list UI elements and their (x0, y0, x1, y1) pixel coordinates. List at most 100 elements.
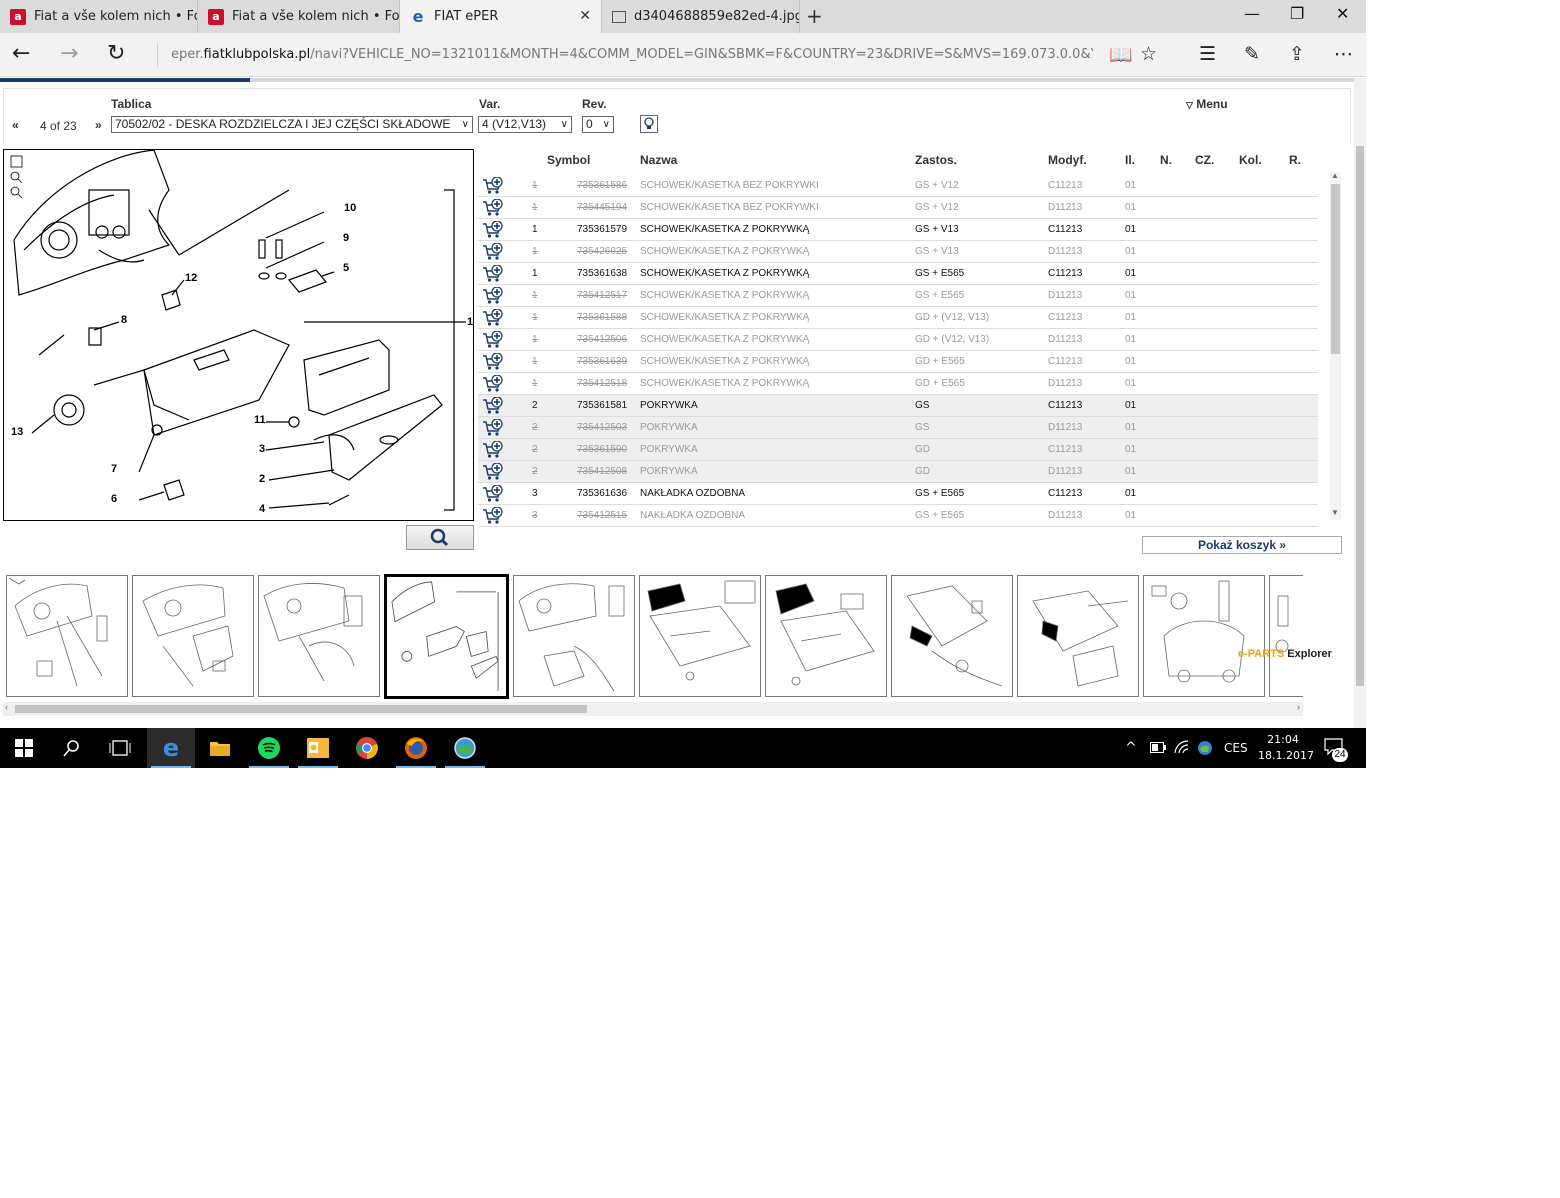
magnify-button[interactable] (406, 525, 474, 550)
address-bar[interactable]: eper.fiatklubpolska.pl/navi?VEHICLE_NO=1… (157, 43, 1093, 67)
search-button[interactable] (48, 728, 96, 768)
add-to-cart-icon[interactable] (482, 243, 504, 261)
show-cart-button[interactable]: Pokaż koszyk » (1142, 536, 1342, 554)
close-tab-icon[interactable]: ✕ (579, 8, 591, 24)
diagram-thumbnail[interactable] (1269, 575, 1303, 697)
table-row[interactable]: 1 735412506 SCHOWEK/KASETKA Z POKRYWKĄ GD +… (478, 329, 1318, 351)
variant-select[interactable]: 4 (V12,V13) ∨ (478, 116, 572, 133)
add-to-cart-icon[interactable] (482, 287, 504, 305)
table-row[interactable]: 1 735361639 SCHOWEK/KASETKA Z POKRYWKĄ GD +… (478, 351, 1318, 373)
table-select[interactable]: 70502/02 - DESKA ROZDZIELCZA I JEJ CZĘŚC… (111, 116, 473, 133)
lightbulb-info-icon[interactable] (640, 115, 658, 133)
hub-icon[interactable]: ☰ (1199, 43, 1216, 65)
add-to-cart-icon[interactable] (482, 485, 504, 503)
diagram-thumbnail[interactable] (513, 575, 635, 697)
close-window-icon[interactable]: ✕ (1336, 4, 1349, 23)
battery-icon[interactable] (1150, 742, 1166, 753)
table-row[interactable]: 3 735412515 NAKŁADKA OZDOBNA GS + E565 D1121… (478, 505, 1318, 527)
taskbar-firefox[interactable] (392, 728, 440, 768)
minimize-icon[interactable]: — (1244, 4, 1260, 23)
share-icon[interactable]: ⇪ (1289, 43, 1305, 65)
add-to-cart-icon[interactable] (482, 331, 504, 349)
taskbar-file-explorer[interactable] (196, 728, 244, 768)
tab-image-file[interactable]: d3404688859e82ed-4.jpg (602, 0, 800, 33)
refresh-icon[interactable]: ↻ (107, 41, 125, 66)
add-to-cart-icon[interactable] (482, 353, 504, 371)
diagram-thumbnail[interactable] (1143, 575, 1265, 697)
table-row[interactable]: 2 735361581 POKRYWKA GS C11213 01 (478, 395, 1318, 417)
table-row[interactable]: 3 735361636 NAKŁADKA OZDOBNA GS + E565 C1121… (478, 483, 1318, 505)
menu-button[interactable]: ▽ Menu (1186, 97, 1228, 111)
table-row[interactable]: 1 735361638 SCHOWEK/KASETKA Z POKRYWKĄ GS +… (478, 263, 1318, 285)
cell-quantity: 01 (1125, 510, 1137, 521)
back-arrow-icon[interactable]: ← (12, 41, 30, 66)
add-to-cart-icon[interactable] (482, 463, 504, 481)
taskbar-outlook[interactable] (294, 728, 342, 768)
more-icon[interactable]: ⋯ (1334, 43, 1353, 65)
cell-name: POKRYWKA (640, 400, 698, 411)
table-row[interactable]: 1 735426025 SCHOWEK/KASETKA Z POKRYWKĄ GS +… (478, 241, 1318, 263)
tab-fiat-forum-1[interactable]: a Fiat a vše kolem nich • Foru (0, 0, 198, 33)
thumbnail-scrollbar[interactable]: ‹ › (3, 702, 1303, 716)
add-to-cart-icon[interactable] (482, 309, 504, 327)
table-row[interactable]: 1 735412518 SCHOWEK/KASETKA Z POKRYWKĄ GD +… (478, 373, 1318, 395)
diagram-thumbnail-selected[interactable] (384, 574, 509, 699)
add-to-cart-icon[interactable] (482, 397, 504, 415)
diagram-thumbnail[interactable] (639, 575, 761, 697)
add-to-cart-icon[interactable] (482, 507, 504, 525)
next-page-icon[interactable]: » (95, 118, 102, 132)
diagram-thumbnail[interactable] (258, 575, 380, 697)
diagram-thumbnail[interactable] (891, 575, 1013, 697)
start-button[interactable] (0, 728, 48, 768)
restore-icon[interactable]: ❐ (1290, 4, 1304, 23)
previous-page-icon[interactable]: « (12, 118, 19, 132)
cell-name: SCHOWEK/KASETKA Z POKRYWKĄ (640, 312, 810, 323)
scroll-left-icon[interactable]: ‹ (5, 702, 8, 712)
diagram-thumbnail[interactable] (132, 575, 254, 697)
add-to-cart-icon[interactable] (482, 419, 504, 437)
network-globe-icon[interactable] (1197, 740, 1213, 756)
scroll-down-icon[interactable]: ▼ (1331, 508, 1339, 517)
add-to-cart-icon[interactable] (482, 177, 504, 195)
page-scrollbar[interactable] (1354, 78, 1366, 728)
web-note-icon[interactable]: ✎ (1244, 43, 1260, 65)
table-row[interactable]: 1 735361579 SCHOWEK/KASETKA Z POKRYWKĄ GS +… (478, 219, 1318, 241)
diagram-thumbnail[interactable] (6, 575, 128, 697)
exploded-parts-diagram[interactable]: 10 9 5 12 8 1 13 11 3 7 2 6 4 (3, 149, 474, 521)
add-to-cart-icon[interactable] (482, 221, 504, 239)
revision-select[interactable]: 0 ∨ (582, 116, 614, 133)
table-row[interactable]: 1 735361586 SCHOWEK/KASETKA BEZ POKRYWKI GS… (478, 175, 1318, 197)
add-to-cart-icon[interactable] (482, 199, 504, 217)
tray-overflow-icon[interactable]: ^ (1125, 728, 1137, 768)
table-row[interactable]: 2 735412503 POKRYWKA GS D11213 01 (478, 417, 1318, 439)
reading-view-icon[interactable]: 📖 (1109, 43, 1133, 66)
table-row[interactable]: 1 735445194 SCHOWEK/KASETKA BEZ POKRYWKI GS… (478, 197, 1318, 219)
tab-fiat-forum-2[interactable]: a Fiat a vše kolem nich • Foru (198, 0, 400, 33)
task-view-button[interactable] (96, 728, 144, 768)
action-center-button[interactable]: 24 (1324, 738, 1348, 762)
table-row[interactable]: 1 735412517 SCHOWEK/KASETKA Z POKRYWKĄ GS +… (478, 285, 1318, 307)
taskbar-chrome[interactable] (343, 728, 391, 768)
favorite-star-icon[interactable]: ☆ (1140, 43, 1157, 65)
table-row[interactable]: 2 735412508 POKRYWKA GD D11213 01 (478, 461, 1318, 483)
table-row[interactable]: 1 735361588 SCHOWEK/KASETKA Z POKRYWKĄ GD +… (478, 307, 1318, 329)
add-to-cart-icon[interactable] (482, 375, 504, 393)
forward-arrow-icon[interactable]: → (60, 41, 78, 66)
taskbar-network-app[interactable] (441, 728, 489, 768)
add-to-cart-icon[interactable] (482, 265, 504, 283)
scroll-right-icon[interactable]: › (1297, 702, 1300, 712)
diagram-thumbnail[interactable] (765, 575, 887, 697)
taskbar-spotify[interactable] (245, 728, 293, 768)
new-tab-button[interactable]: + (806, 4, 823, 28)
diagram-thumbnail[interactable] (1017, 575, 1139, 697)
tab-fiat-eper[interactable]: e FIAT ePER ✕ (400, 0, 602, 33)
add-to-cart-icon[interactable] (482, 441, 504, 459)
scroll-up-icon[interactable]: ▲ (1331, 171, 1339, 180)
input-language[interactable]: CES (1224, 728, 1248, 768)
url-host: fiatklubpolska.pl (203, 47, 311, 62)
wifi-icon[interactable] (1174, 740, 1190, 754)
table-row[interactable]: 2 735361590 POKRYWKA GD C11213 01 (478, 439, 1318, 461)
parts-list-scrollbar[interactable]: ▲ ▼ (1330, 171, 1341, 520)
clock[interactable]: 21:04 18.1.2017 (1258, 732, 1314, 764)
taskbar-edge[interactable]: e (147, 728, 195, 768)
